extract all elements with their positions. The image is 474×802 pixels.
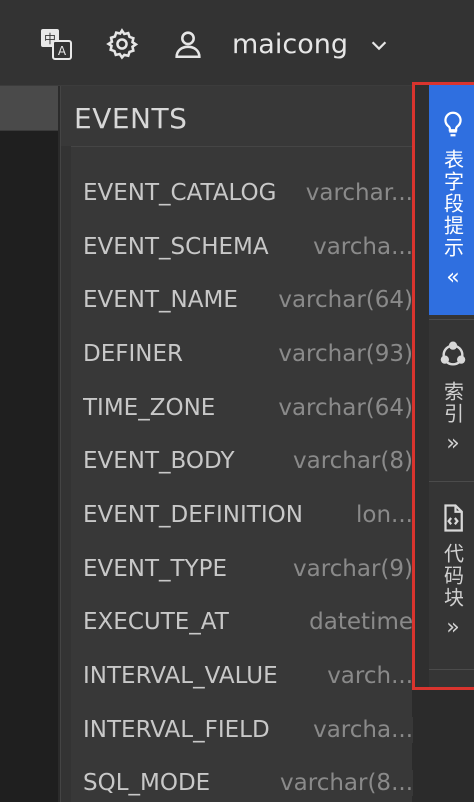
- field-row[interactable]: EVENT_NAME varchar(64): [83, 273, 413, 327]
- lightbulb-icon: [438, 109, 468, 143]
- field-list: EVENT_CATALOG varchar... EVENT_SCHEMA varch…: [83, 166, 413, 802]
- chevron-down-icon[interactable]: [364, 30, 394, 60]
- user-icon[interactable]: [168, 24, 208, 64]
- field-type: varcha...: [309, 233, 413, 260]
- panel-gutter: [61, 146, 71, 802]
- tab-code-snippets-label: 代码块: [440, 543, 465, 609]
- right-tool-sidebar: 表字段提示 « 索引 » 代码块 »: [412, 82, 474, 690]
- field-type: varchar(9): [288, 555, 413, 582]
- tab-field-hints-label: 表字段提示: [440, 149, 465, 259]
- field-name: EVENT_BODY: [83, 448, 235, 475]
- field-type: varch...: [323, 663, 413, 690]
- editor-pane: [0, 86, 58, 802]
- translate-icon[interactable]: 中 A: [36, 24, 76, 64]
- field-row[interactable]: EVENT_BODY varchar(8): [83, 434, 413, 488]
- field-name: SQL_MODE: [83, 770, 211, 797]
- field-type: varchar(8...: [276, 770, 413, 797]
- field-name: INTERVAL_FIELD: [83, 716, 270, 743]
- panel-divider: [61, 146, 413, 147]
- field-name: DEFINER: [83, 340, 183, 367]
- field-type: datetime: [305, 609, 413, 636]
- field-row[interactable]: EXECUTE_AT datetime: [83, 596, 413, 650]
- field-type: varchar...: [301, 179, 413, 206]
- field-type: varchar(8): [288, 448, 413, 475]
- tab-index-label: 索引: [440, 381, 465, 425]
- field-row[interactable]: EVENT_SCHEMA varcha...: [83, 220, 413, 274]
- sidebar-separator: [429, 319, 474, 320]
- table-fields-panel: EVENTS EVENT_CATALOG varchar... EVENT_SCHE…: [60, 86, 413, 802]
- field-row[interactable]: EVENT_CATALOG varchar...: [83, 166, 413, 220]
- field-row[interactable]: TIME_ZONE varchar(64): [83, 381, 413, 435]
- index-graph-icon: [437, 339, 469, 375]
- double-chevron-left-icon[interactable]: «: [446, 265, 459, 290]
- field-type: varchar(64): [274, 287, 413, 314]
- field-name: EVENT_TYPE: [83, 555, 228, 582]
- sidebar-separator: [429, 481, 474, 482]
- field-name: EVENT_SCHEMA: [83, 233, 269, 260]
- double-chevron-right-icon[interactable]: »: [446, 615, 459, 640]
- code-file-icon: [438, 503, 468, 537]
- username-label[interactable]: maicong: [232, 24, 348, 64]
- tab-code-snippets[interactable]: 代码块 »: [429, 493, 474, 669]
- field-type: varchar(93): [274, 340, 413, 367]
- gear-icon[interactable]: [102, 24, 142, 64]
- field-row[interactable]: INTERVAL_FIELD varcha...: [83, 703, 413, 757]
- field-name: EVENT_CATALOG: [83, 179, 277, 206]
- table-name-title: EVENTS: [74, 102, 188, 135]
- svg-text:A: A: [58, 44, 67, 58]
- field-row[interactable]: EVENT_DEFINITION lon...: [83, 488, 413, 542]
- field-row[interactable]: SQL_MODE varchar(8...: [83, 757, 413, 802]
- tab-divider: [0, 130, 58, 131]
- field-type: varchar(64): [274, 394, 413, 421]
- field-name: TIME_ZONE: [83, 394, 216, 421]
- field-row[interactable]: INTERVAL_VALUE varch...: [83, 649, 413, 703]
- tab-field-hints[interactable]: 表字段提示 «: [429, 85, 474, 315]
- field-name: INTERVAL_VALUE: [83, 663, 278, 690]
- sidebar-separator: [429, 669, 474, 670]
- top-toolbar: 中 A maicong: [0, 0, 474, 86]
- editor-tab-strip[interactable]: [0, 86, 58, 130]
- field-name: EVENT_NAME: [83, 287, 238, 314]
- field-row[interactable]: EVENT_TYPE varchar(9): [83, 542, 413, 596]
- field-name: EVENT_DEFINITION: [83, 501, 303, 528]
- field-row[interactable]: DEFINER varchar(93): [83, 327, 413, 381]
- double-chevron-right-icon[interactable]: »: [446, 431, 459, 456]
- field-name: EXECUTE_AT: [83, 609, 229, 636]
- field-type: varcha...: [309, 716, 413, 743]
- field-type: lon...: [352, 501, 413, 528]
- tab-index[interactable]: 索引 »: [429, 329, 474, 479]
